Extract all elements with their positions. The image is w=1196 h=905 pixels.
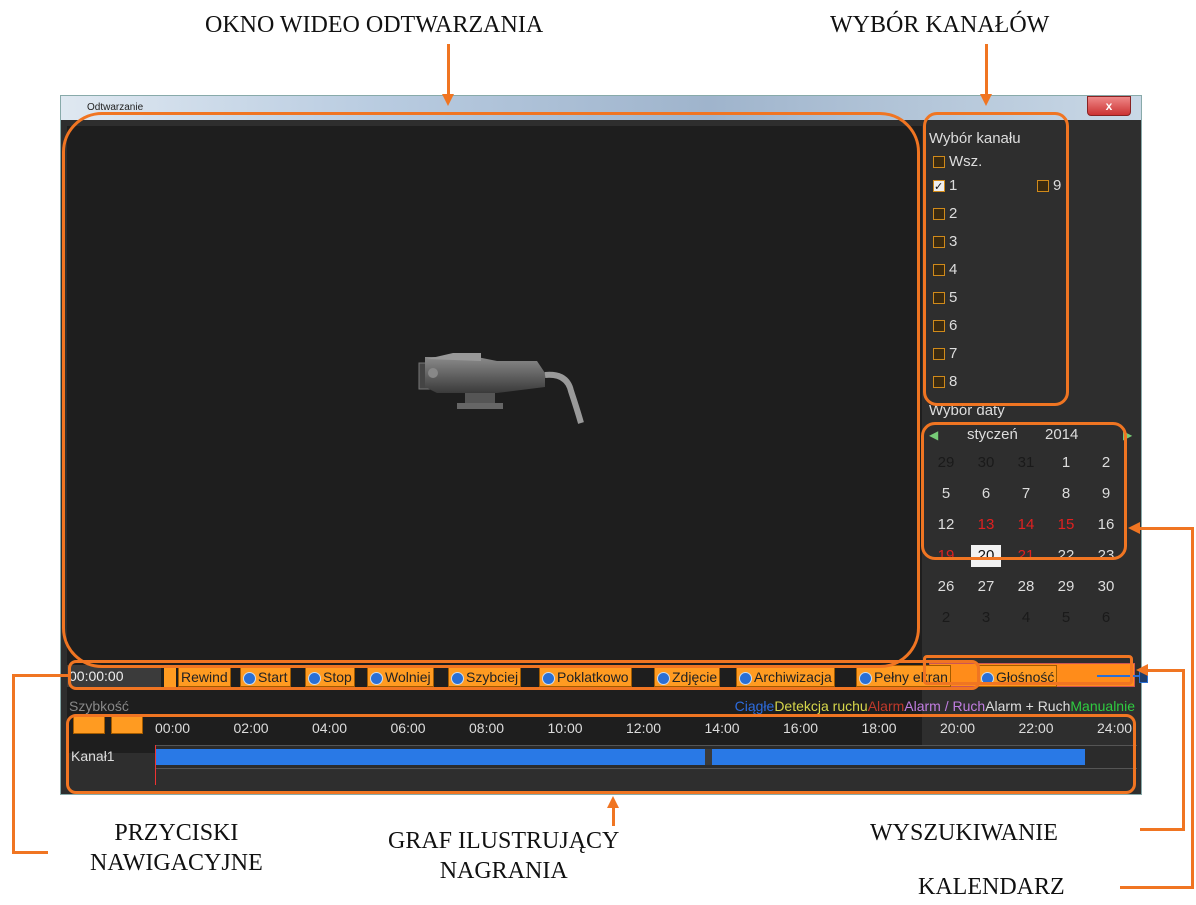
pointer-graph [612, 808, 615, 826]
recording-legend: CiągłeDetekcja ruchuAlarmAlarm / RuchAla… [735, 698, 1135, 714]
pointer-cal-v [1191, 527, 1194, 889]
highlight-calendar [921, 422, 1127, 560]
calendar-day[interactable]: 28 [1011, 576, 1041, 598]
speed-label: Szybkość [69, 698, 129, 714]
legend-motion: Detekcja ruchu [774, 698, 868, 714]
callout-graph-line1: GRAF ILUSTRUJĄCY [388, 828, 620, 854]
calendar-day[interactable]: 27 [971, 576, 1001, 598]
pointer-cal-h1 [1140, 527, 1194, 530]
calendar-day[interactable]: 30 [1091, 576, 1121, 598]
pointer-nav-v [12, 674, 15, 854]
pointer-cal-h2 [1120, 886, 1194, 889]
callout-channel-select: WYBÓR KANAŁÓW [830, 12, 1050, 38]
calendar-day[interactable]: 29 [1051, 576, 1081, 598]
calendar-day[interactable]: 2 [931, 607, 961, 629]
legend-continuous: Ciągłe [734, 698, 775, 714]
pointer-nav-h2 [12, 851, 48, 854]
callout-nav-buttons-line2: NAWIGACYJNE [90, 850, 263, 876]
calendar-day[interactable]: 5 [1051, 607, 1081, 629]
callout-graph: GRAF ILUSTRUJĄCY NAGRANIA [388, 826, 619, 886]
pointer-search-h1 [1148, 669, 1184, 672]
arrow-up-icon [607, 796, 619, 808]
calendar-day[interactable]: 26 [931, 576, 961, 598]
callout-nav-buttons-line1: PRZYCISKI [114, 820, 239, 846]
legend-alarm-or-motion: Alarm / Ruch [904, 698, 986, 714]
highlight-video [62, 112, 920, 668]
legend-alarm-and-motion: Alarm + Ruch [985, 698, 1071, 714]
pointer-nav-h1 [12, 674, 68, 677]
arrow-down-icon [980, 94, 992, 106]
calendar-day[interactable]: 6 [1091, 607, 1121, 629]
pointer-video [447, 44, 450, 94]
highlight-toolbar [68, 660, 980, 690]
callout-graph-line2: NAGRANIA [439, 858, 568, 884]
pointer-search-v [1182, 669, 1185, 831]
highlight-channels [923, 112, 1069, 406]
callout-nav-buttons: PRZYCISKI NAWIGACYJNE [90, 818, 263, 878]
legend-alarm: Alarm [867, 698, 905, 714]
calendar-day[interactable]: 3 [971, 607, 1001, 629]
pointer-search-h2 [1140, 828, 1185, 831]
pointer-channels [985, 44, 988, 94]
legend-manual: Manualnie [1070, 698, 1135, 714]
callout-calendar: KALENDARZ [918, 874, 1065, 900]
arrow-left-icon [1136, 664, 1148, 676]
callout-search: WYSZUKIWANIE [870, 820, 1058, 846]
highlight-timeline [66, 714, 1136, 794]
arrow-down-icon [442, 94, 454, 106]
calendar-day[interactable]: 4 [1011, 607, 1041, 629]
callout-video-window: OKNO WIDEO ODTWARZANIA [205, 12, 544, 38]
close-button[interactable]: x [1087, 96, 1131, 116]
arrow-left-icon [1128, 522, 1140, 534]
